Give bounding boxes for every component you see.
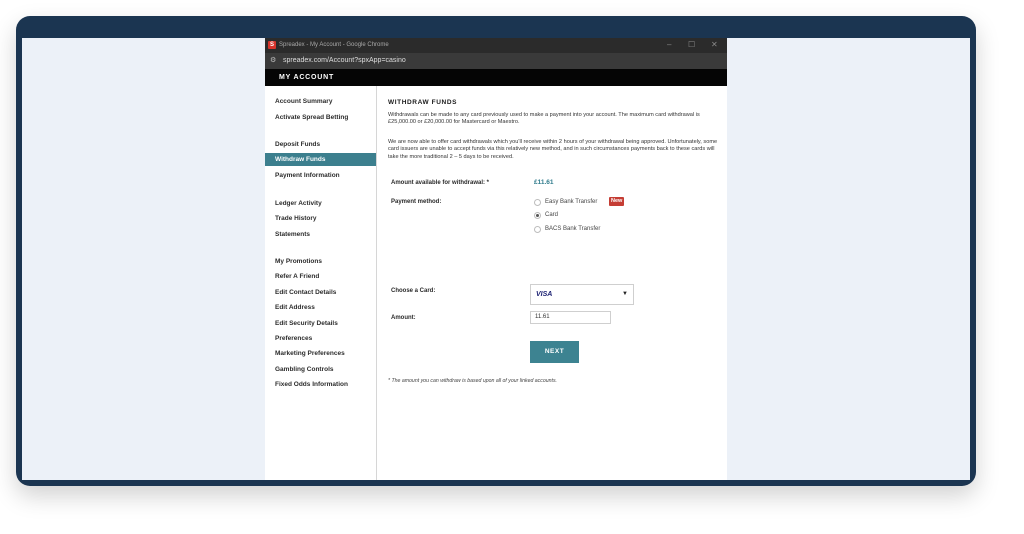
sidebar-item-deposit-funds[interactable]: Deposit Funds — [265, 138, 376, 151]
amount-input[interactable] — [530, 311, 611, 324]
close-icon[interactable]: ✕ — [711, 40, 718, 50]
maximize-icon[interactable]: ☐ — [688, 40, 695, 50]
sidebar-item-label: Payment Information — [275, 172, 340, 179]
sidebar-item-fixed-odds-information[interactable]: Fixed Odds Information — [265, 378, 376, 391]
sidebar-item-label: Deposit Funds — [275, 141, 321, 148]
sidebar-item-gambling-controls[interactable]: Gambling Controls — [265, 363, 376, 376]
site-settings-icon[interactable]: ⚙ — [270, 57, 276, 65]
sidebar-item-label: Trade History — [275, 215, 317, 222]
sidebar-item-activate-spread-betting[interactable]: Activate Spread Betting — [265, 111, 376, 124]
card-select[interactable]: VISA ▼ — [530, 284, 634, 305]
sidebar-item-trade-history[interactable]: Trade History — [265, 212, 376, 225]
radio-button[interactable] — [534, 226, 541, 233]
sidebar-item-label: Preferences — [275, 335, 313, 342]
url-text[interactable]: spreadex.com/Account?spxApp=casino — [283, 57, 406, 65]
sidebar-item-label: Activate Spread Betting — [275, 114, 349, 121]
payment-option-label: Easy Bank Transfer — [545, 199, 598, 205]
sidebar-item-refer-a-friend[interactable]: Refer A Friend — [265, 270, 376, 283]
sidebar: Account Summary Activate Spread Betting … — [265, 86, 377, 480]
radio-button[interactable] — [534, 199, 541, 206]
amount-available-value: £11.61 — [534, 179, 554, 186]
spreadex-logo-icon: S — [268, 41, 276, 49]
sidebar-item-label: Fixed Odds Information — [275, 381, 348, 388]
section-heading: WITHDRAW FUNDS — [388, 99, 458, 106]
sidebar-item-preferences[interactable]: Preferences — [265, 332, 376, 345]
intro-paragraph: Withdrawals can be made to any card prev… — [388, 112, 700, 126]
sidebar-item-withdraw-funds[interactable]: Withdraw Funds — [265, 153, 376, 166]
sidebar-item-label: Withdraw Funds — [275, 156, 326, 163]
payment-method-label: Payment method: — [391, 199, 442, 205]
address-bar[interactable]: ⚙ spreadex.com/Account?spxApp=casino — [265, 53, 727, 69]
chevron-down-icon: ▼ — [622, 291, 628, 297]
window-title: Spreadex - My Account - Google Chrome — [279, 42, 389, 48]
new-badge: New — [609, 197, 625, 206]
visa-card-option: VISA — [536, 291, 553, 298]
radio-button-selected[interactable] — [534, 212, 541, 219]
sidebar-item-label: Marketing Preferences — [275, 350, 345, 357]
sidebar-item-label: Account Summary — [275, 98, 333, 105]
amount-label: Amount: — [391, 315, 416, 321]
sidebar-item-label: Gambling Controls — [275, 366, 334, 373]
sidebar-item-label: Refer A Friend — [275, 273, 320, 280]
sidebar-item-account-summary[interactable]: Account Summary — [265, 95, 376, 108]
sidebar-item-edit-contact-details[interactable]: Edit Contact Details — [265, 286, 376, 299]
amount-available-label: Amount available for withdrawal: * — [391, 180, 490, 186]
page-title: MY ACCOUNT — [279, 74, 335, 81]
sidebar-item-statements[interactable]: Statements — [265, 228, 376, 241]
window-titlebar: S Spreadex - My Account - Google Chrome … — [265, 38, 727, 53]
sidebar-item-payment-information[interactable]: Payment Information — [265, 169, 376, 182]
sidebar-item-my-promotions[interactable]: My Promotions — [265, 255, 376, 268]
sidebar-item-label: My Promotions — [275, 258, 322, 265]
sidebar-item-label: Edit Contact Details — [275, 289, 337, 296]
footnote: * The amount you can withdraw is based u… — [388, 378, 557, 384]
sidebar-item-marketing-preferences[interactable]: Marketing Preferences — [265, 347, 376, 360]
browser-window: S Spreadex - My Account - Google Chrome … — [265, 38, 727, 480]
sidebar-item-label: Edit Security Details — [275, 320, 338, 327]
choose-card-label: Choose a Card: — [391, 288, 436, 294]
card-withdrawal-paragraph: We are now able to offer card withdrawal… — [388, 139, 718, 160]
sidebar-item-ledger-activity[interactable]: Ledger Activity — [265, 197, 376, 210]
payment-option-label: BACS Bank Transfer — [545, 226, 601, 232]
account-header: MY ACCOUNT — [265, 69, 727, 86]
sidebar-item-label: Edit Address — [275, 304, 315, 311]
payment-option-label: Card — [545, 212, 559, 218]
sidebar-item-edit-security-details[interactable]: Edit Security Details — [265, 317, 376, 330]
next-button[interactable]: NEXT — [530, 341, 579, 363]
sidebar-item-edit-address[interactable]: Edit Address — [265, 301, 376, 314]
sidebar-item-label: Statements — [275, 231, 311, 238]
main-content: WITHDRAW FUNDS Withdrawals can be made t… — [377, 86, 727, 480]
minimize-icon[interactable]: – — [667, 40, 671, 50]
sidebar-item-label: Ledger Activity — [275, 200, 322, 207]
